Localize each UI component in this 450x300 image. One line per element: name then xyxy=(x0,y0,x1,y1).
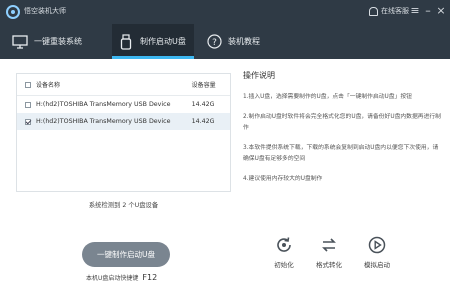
app-title: 悟空装机大师 xyxy=(24,7,66,15)
help-circle-icon: ? xyxy=(206,34,222,49)
device-checkbox-checked[interactable] xyxy=(25,118,31,125)
column-device-capacity: 设备容量 xyxy=(191,82,216,89)
simulate-boot-button[interactable]: 模拟启动 xyxy=(357,236,397,269)
play-icon xyxy=(368,236,386,254)
instruction-step: 2.制作启动U盘时软件将会完全格式化您的U盘，请备份好U盘内数据再进行制作 xyxy=(243,114,441,131)
monitor-icon xyxy=(12,34,28,49)
make-bootable-usb-button[interactable]: 一键制作启动U盘 xyxy=(82,242,170,267)
usb-device-list: 设备名称 设备容量 H:(hd2)TOSHIBA TransMemory USB… xyxy=(16,73,231,192)
device-name: H:(hd2)TOSHIBA TransMemory USB Device xyxy=(36,118,171,125)
instruction-step: 1.插入U盘，选择需要制作的U盘，点击「一键制作启动U盘」按钮 xyxy=(243,94,412,100)
online-help-link[interactable]: 在线客服 xyxy=(369,6,409,16)
device-row[interactable]: H:(hd2)TOSHIBA TransMemory USB Device 14… xyxy=(17,113,230,130)
action-label: 格式转化 xyxy=(316,261,342,269)
tab-label: 装机教程 xyxy=(228,37,260,46)
hotkey-label: 本机U盘启动快捷键 xyxy=(86,275,139,282)
title-bar: 悟空装机大师 在线客服 ≡ – × xyxy=(0,0,450,24)
device-list-header: 设备名称 设备容量 xyxy=(17,74,230,96)
tab-reinstall-system[interactable]: 一键重装系统 xyxy=(12,24,112,59)
action-label: 模拟启动 xyxy=(364,261,390,269)
tab-make-usb[interactable]: 制作启动U盘 xyxy=(112,24,194,59)
reset-icon xyxy=(275,236,293,254)
minimize-icon[interactable]: – xyxy=(421,4,435,18)
tab-label: 一键重装系统 xyxy=(34,37,82,46)
app-logo-icon xyxy=(6,5,20,19)
column-device-name: 设备名称 xyxy=(36,82,61,89)
device-name: H:(hd2)TOSHIBA TransMemory USB Device xyxy=(36,101,171,108)
close-icon[interactable]: × xyxy=(434,4,448,18)
tab-tutorial[interactable]: ? 装机教程 xyxy=(206,24,286,59)
instructions-title: 操作说明 xyxy=(243,71,275,80)
instructions-panel: 操作说明 1.插入U盘，选择需要制作的U盘，点击「一键制作启动U盘」按钮 2.制… xyxy=(243,70,443,194)
device-capacity: 14.42G xyxy=(191,101,215,108)
device-capacity: 14.42G xyxy=(191,118,215,125)
tab-bar: 一键重装系统 制作启动U盘 ? 装机教程 xyxy=(0,24,450,59)
tab-label: 制作启动U盘 xyxy=(140,37,186,46)
usb-drive-icon xyxy=(118,33,134,50)
svg-text:?: ? xyxy=(212,38,217,48)
convert-icon xyxy=(320,236,338,254)
hotkey-key: F12 xyxy=(142,273,158,282)
bell-icon xyxy=(369,6,378,16)
detected-devices-text: 系统检测到 2 个U盘设备 xyxy=(88,202,159,209)
online-help-label: 在线客服 xyxy=(381,7,409,15)
initialize-button[interactable]: 初始化 xyxy=(264,236,304,269)
device-checkbox[interactable] xyxy=(25,101,31,108)
device-row[interactable]: H:(hd2)TOSHIBA TransMemory USB Device 14… xyxy=(17,96,230,113)
instruction-step: 3.本软件提供系统下载，下载的系统会复制到启动U盘内以便您下次使用，请确保U盘有… xyxy=(243,145,439,162)
action-label: 初始化 xyxy=(274,261,294,269)
usb-boot-hotkey: 本机U盘启动快捷键 F12 xyxy=(86,273,157,282)
instruction-step: 4.建议使用内存较大的U盘制作 xyxy=(243,176,323,182)
format-convert-button[interactable]: 格式转化 xyxy=(309,236,349,269)
select-all-checkbox[interactable] xyxy=(25,81,31,88)
menu-icon[interactable]: ≡ xyxy=(408,4,422,18)
